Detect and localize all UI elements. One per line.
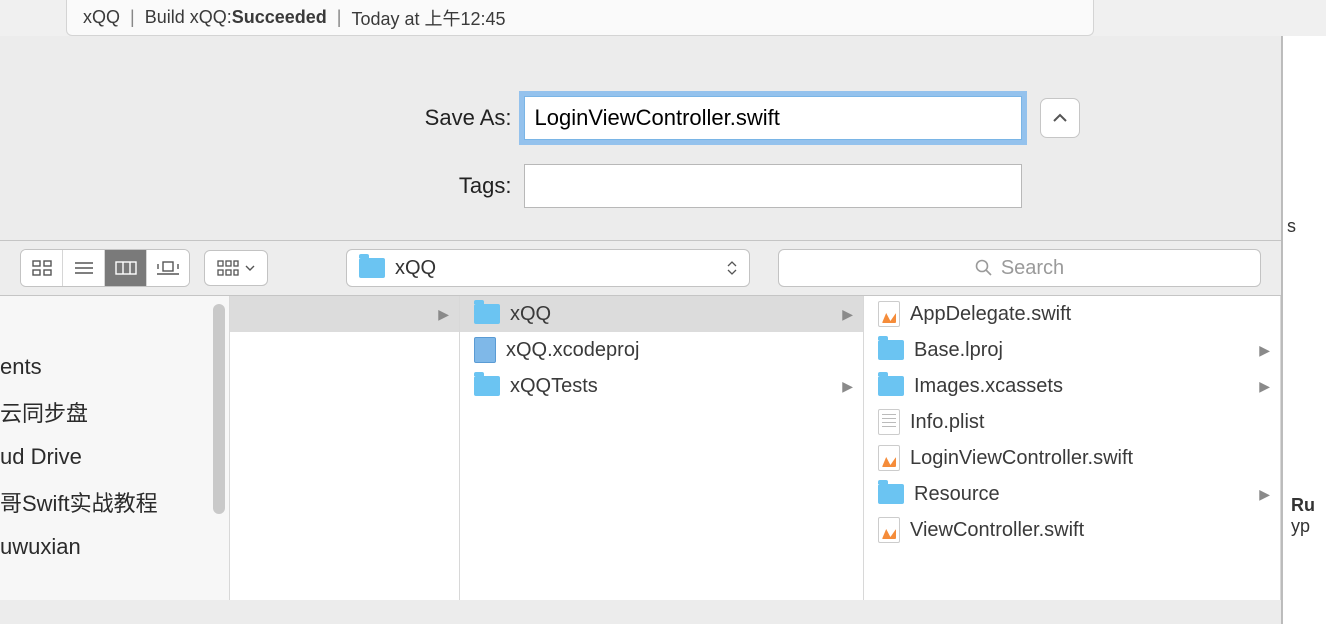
grid-icon [32, 260, 52, 276]
disclosure-arrow-icon: ▶ [438, 306, 449, 323]
file-name: Info.plist [910, 411, 984, 434]
disclosure-arrow-icon: ▶ [1259, 342, 1270, 359]
arrange-button[interactable] [204, 250, 268, 286]
search-field[interactable]: Search [778, 249, 1261, 287]
file-row[interactable]: Images.xcassets ▶ [864, 368, 1280, 404]
xcodeproj-icon [474, 337, 496, 363]
swift-file-icon [878, 517, 900, 543]
folder-icon [359, 258, 385, 278]
save-as-label: Save As: [202, 105, 512, 131]
file-row[interactable]: LoginViewController.swift [864, 440, 1280, 476]
stepper-icon [727, 261, 737, 275]
coverflow-view-button[interactable] [147, 250, 189, 286]
expand-collapse-button[interactable] [1040, 98, 1080, 138]
sidebar-item[interactable]: uwuxian [0, 526, 229, 568]
sidebar-item[interactable]: ud Drive [0, 436, 229, 478]
save-as-row: Save As: [202, 96, 1080, 140]
folder-icon [878, 340, 904, 360]
search-placeholder: Search [1001, 257, 1064, 280]
chevron-up-icon [1052, 113, 1068, 123]
file-name: Base.lproj [914, 339, 1003, 362]
coverflow-icon [156, 261, 180, 275]
folder-icon [474, 304, 500, 324]
disclosure-arrow-icon: ▶ [842, 378, 853, 395]
file-row[interactable]: Info.plist [864, 404, 1280, 440]
file-row[interactable]: AppDelegate.swift [864, 296, 1280, 332]
icon-view-button[interactable] [21, 250, 63, 286]
column-1: ▶ [230, 296, 460, 600]
save-form: Save As: Tags: [0, 36, 1281, 240]
file-name: xQQTests [510, 375, 598, 398]
save-dialog: Save As: Tags: [0, 36, 1282, 624]
column-2: xQQ ▶ xQQ.xcodeproj xQQTests ▶ [460, 296, 864, 600]
sidebar-scrollbar[interactable] [213, 304, 225, 514]
sidebar-item[interactable]: ents [0, 346, 229, 388]
file-name: AppDelegate.swift [910, 303, 1071, 326]
path-text: xQQ [395, 257, 717, 280]
build-status-bar: xQQ | Build xQQ: Succeeded | Today at 上午… [66, 0, 1094, 36]
file-name: xQQ [510, 303, 551, 326]
sidebar-item[interactable]: 哥Swift实战教程 [0, 478, 229, 526]
search-icon [975, 259, 993, 277]
file-row[interactable]: xQQ ▶ [460, 296, 863, 332]
disclosure-arrow-icon: ▶ [1259, 378, 1270, 395]
status-project: xQQ [83, 7, 120, 28]
chevron-down-icon [245, 265, 255, 271]
inspector-panel: s Ru yp [1282, 36, 1326, 624]
file-row[interactable]: xQQ.xcodeproj [460, 332, 863, 368]
plist-file-icon [878, 409, 900, 435]
swift-file-icon [878, 445, 900, 471]
sidebar: ents 云同步盘 ud Drive 哥Swift实战教程 uwuxian [0, 296, 230, 600]
file-name: ViewController.swift [910, 519, 1084, 542]
file-row[interactable]: xQQTests ▶ [460, 368, 863, 404]
tags-row: Tags: [202, 164, 1080, 208]
file-row[interactable]: Base.lproj ▶ [864, 332, 1280, 368]
arrange-icon [217, 260, 239, 276]
path-popup[interactable]: xQQ [346, 249, 750, 287]
file-name: Resource [914, 483, 1000, 506]
folder-icon [474, 376, 500, 396]
tags-input[interactable] [524, 164, 1022, 208]
view-mode-group [20, 249, 190, 287]
status-time: Today at 上午12:45 [351, 5, 505, 31]
swift-file-icon [878, 301, 900, 327]
folder-icon [878, 484, 904, 504]
column-view-button[interactable] [105, 250, 147, 286]
disclosure-arrow-icon: ▶ [842, 306, 853, 323]
browser-toolbar: xQQ Search [0, 240, 1281, 296]
folder-icon [878, 376, 904, 396]
file-name: xQQ.xcodeproj [506, 339, 639, 362]
status-build-result: Succeeded [232, 7, 327, 28]
save-as-input[interactable] [524, 96, 1022, 140]
disclosure-arrow-icon: ▶ [1259, 486, 1270, 503]
inspector-fragment: s [1283, 216, 1326, 237]
status-build-prefix: Build xQQ: [145, 7, 232, 28]
inspector-fragment: Ru [1287, 495, 1326, 516]
tags-label: Tags: [202, 173, 512, 199]
file-name: LoginViewController.swift [910, 447, 1133, 470]
file-row[interactable]: ViewController.swift [864, 512, 1280, 548]
file-row[interactable]: Resource ▶ [864, 476, 1280, 512]
list-icon [74, 261, 94, 275]
separator: | [130, 7, 135, 28]
file-name: Images.xcassets [914, 375, 1063, 398]
columns-icon [115, 261, 137, 275]
sidebar-item[interactable]: 云同步盘 [0, 388, 229, 436]
file-browser: ents 云同步盘 ud Drive 哥Swift实战教程 uwuxian ▶ … [0, 296, 1281, 600]
column-row[interactable]: ▶ [230, 296, 459, 332]
inspector-fragment: yp [1287, 516, 1326, 537]
column-3: AppDelegate.swiftBase.lproj▶Images.xcass… [864, 296, 1281, 600]
separator: | [337, 7, 342, 28]
list-view-button[interactable] [63, 250, 105, 286]
